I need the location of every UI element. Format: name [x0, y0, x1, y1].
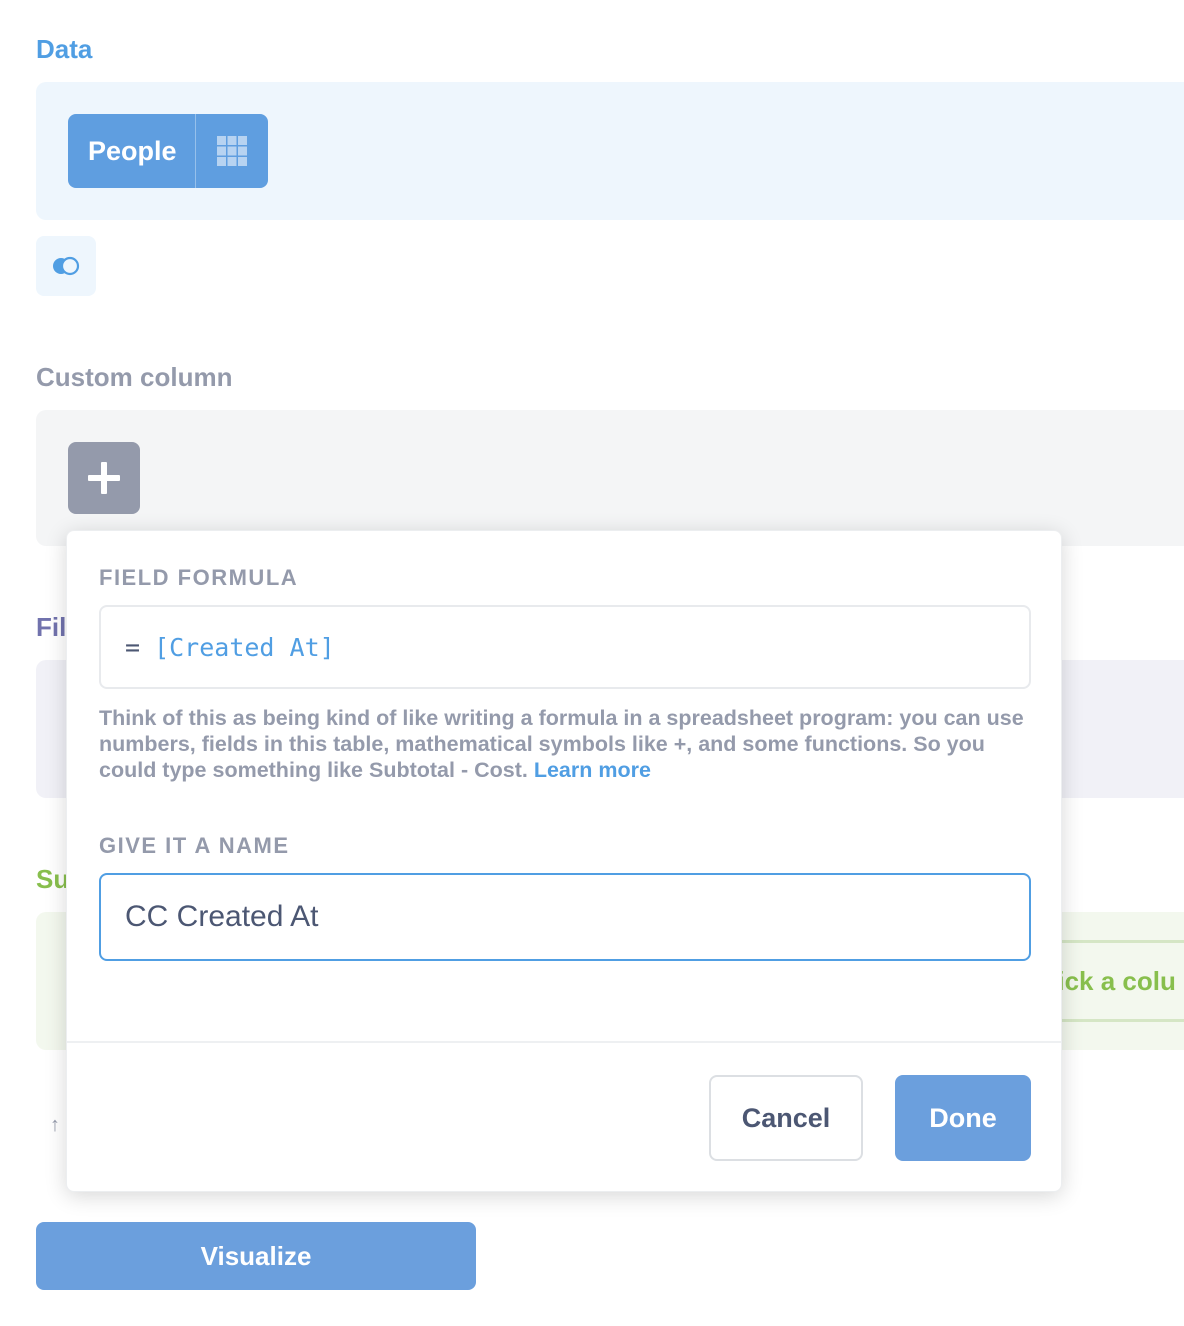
filter-section-title: Fil [36, 612, 67, 642]
plus-icon [88, 462, 120, 494]
custom-column-section-title: Custom column [36, 362, 233, 392]
custom-column-popover: FIELD FORMULA = [Created At] Think of th… [66, 530, 1062, 1192]
done-button[interactable]: Done [895, 1075, 1031, 1161]
add-custom-column-button[interactable] [68, 442, 140, 514]
formula-equals: = [125, 632, 141, 662]
formula-expression[interactable]: [Created At] [154, 633, 335, 662]
join-icon [53, 256, 80, 276]
data-section-title: Data [36, 34, 93, 64]
column-name-input[interactable] [99, 873, 1031, 961]
table-name[interactable]: People [68, 136, 195, 167]
summarize-section-title: Su [36, 864, 70, 894]
formula-help-text: Think of this as being kind of like writ… [99, 705, 1039, 783]
name-label: GIVE IT A NAME [99, 833, 290, 858]
arrow-up-icon[interactable]: ↑ [50, 1114, 60, 1137]
table-grid-icon [217, 136, 247, 166]
table-grid-button[interactable] [196, 114, 268, 188]
field-formula-label: FIELD FORMULA [99, 565, 299, 590]
visualize-button[interactable]: Visualize [36, 1222, 476, 1290]
cancel-button[interactable]: Cancel [709, 1075, 863, 1161]
learn-more-link[interactable]: Learn more [534, 758, 651, 782]
formula-editor[interactable]: = [Created At] [99, 605, 1031, 689]
join-data-button[interactable] [36, 236, 96, 296]
table-pill[interactable]: People [68, 114, 268, 188]
popover-footer-divider [67, 1041, 1061, 1043]
custom-column-panel [36, 410, 1184, 546]
